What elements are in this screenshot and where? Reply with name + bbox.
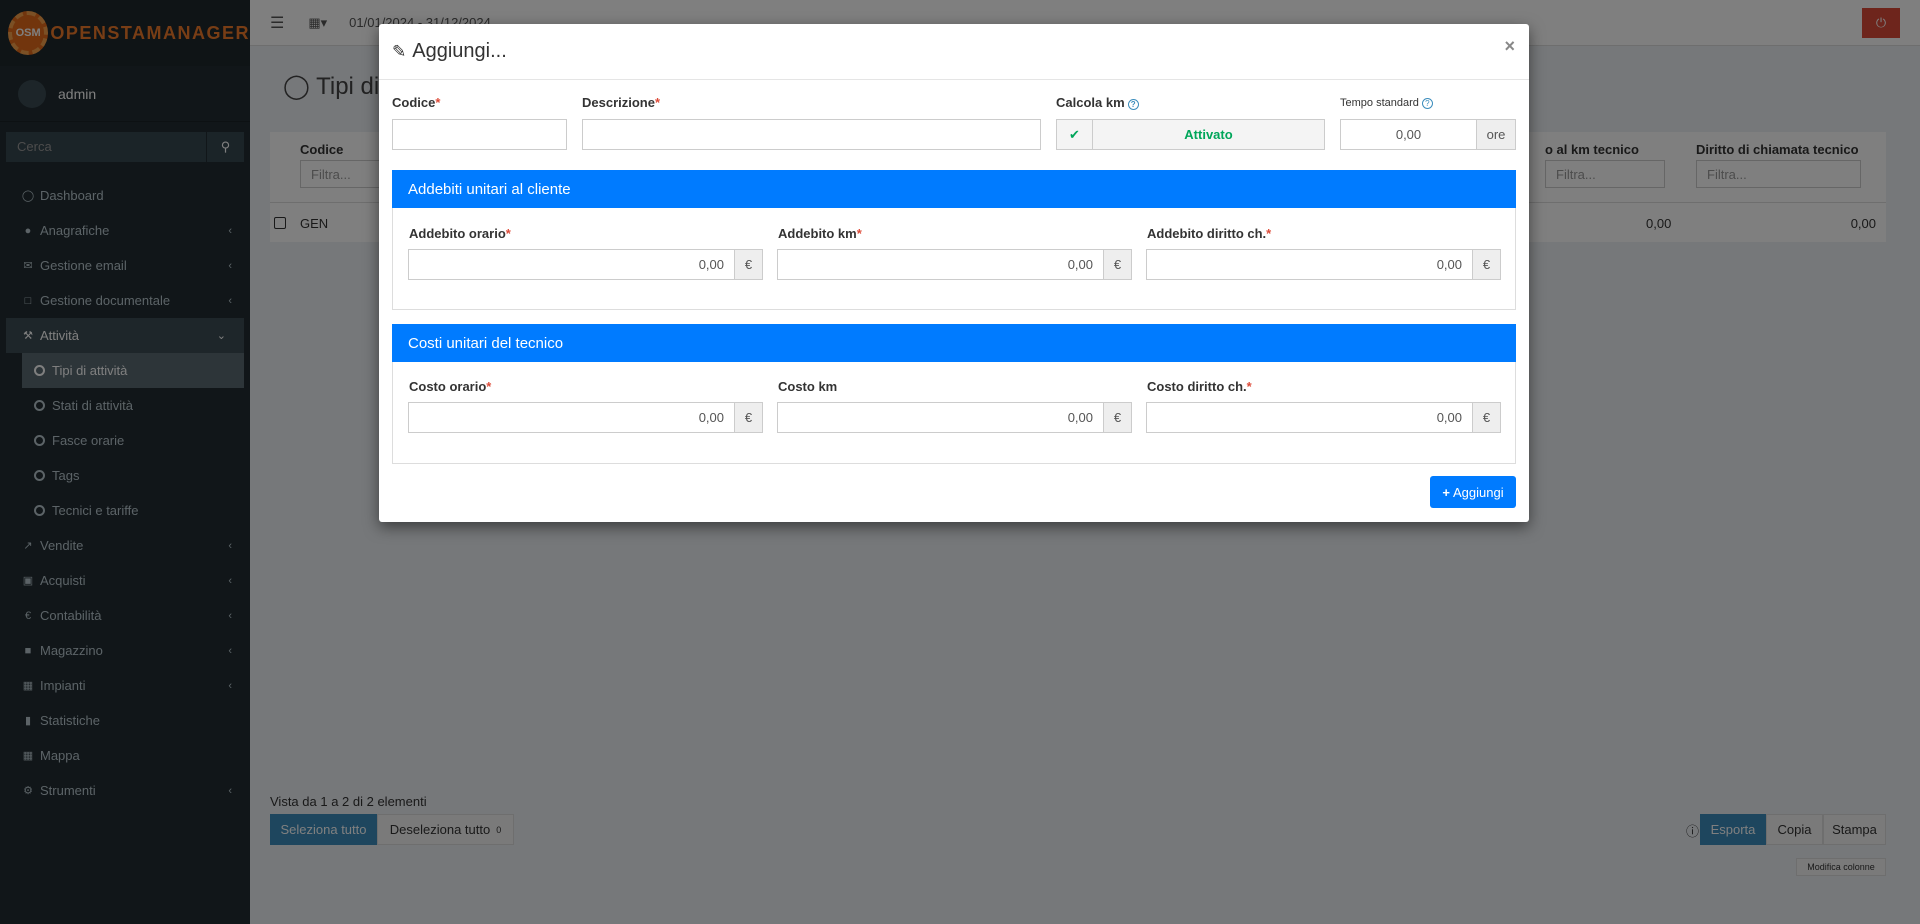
required-mark: * xyxy=(1246,379,1252,394)
label-text: Addebito km xyxy=(778,226,857,241)
label-text: Descrizione xyxy=(582,95,655,110)
calcola-km-label: Calcola km? xyxy=(1056,95,1139,110)
panel-header: Addebiti unitari al cliente xyxy=(392,170,1516,208)
calcola-km-toggle[interactable]: Attivato xyxy=(1092,119,1325,150)
costo-diritto-input[interactable]: 0,00 xyxy=(1146,402,1473,433)
addebito-km-input[interactable]: 0,00 xyxy=(777,249,1104,280)
euro-addon: € xyxy=(1103,249,1132,280)
required-mark: * xyxy=(435,95,441,110)
costo-km-input[interactable]: 0,00 xyxy=(777,402,1104,433)
required-mark: * xyxy=(486,379,492,394)
required-mark: * xyxy=(856,226,862,241)
label-text: Costo orario xyxy=(409,379,487,394)
euro-addon: € xyxy=(1472,402,1501,433)
addebito-km-label: Addebito km* xyxy=(778,226,862,241)
label-text: Addebito orario xyxy=(409,226,506,241)
add-modal: ✎ Aggiungi... × Codice* Descrizione* Cal… xyxy=(379,24,1529,522)
euro-addon: € xyxy=(1472,249,1501,280)
euro-addon: € xyxy=(734,249,763,280)
panel-header: Costi unitari del tecnico xyxy=(392,324,1516,362)
required-mark: * xyxy=(505,226,511,241)
modal-header: ✎ Aggiungi... × xyxy=(379,24,1529,80)
euro-addon: € xyxy=(1103,402,1132,433)
close-icon[interactable]: × xyxy=(1504,36,1515,57)
plus-icon: + xyxy=(1442,484,1450,500)
codice-input[interactable] xyxy=(392,119,567,150)
descrizione-input[interactable] xyxy=(582,119,1041,150)
add-button[interactable]: + Aggiungi xyxy=(1430,476,1516,508)
panel-costi-tecnico: Costi unitari del tecnico Costo orario* … xyxy=(392,324,1516,464)
modal-title: Aggiungi... xyxy=(412,40,507,62)
costo-orario-input[interactable]: 0,00 xyxy=(408,402,735,433)
descrizione-label: Descrizione* xyxy=(582,95,660,110)
required-mark: * xyxy=(1266,226,1272,241)
check-icon[interactable]: ✔ xyxy=(1056,119,1093,150)
codice-label: Codice* xyxy=(392,95,440,110)
tempo-unit-addon: ore xyxy=(1476,119,1516,150)
addebito-diritto-label: Addebito diritto ch.* xyxy=(1147,226,1271,241)
addebito-orario-input[interactable]: 0,00 xyxy=(408,249,735,280)
required-mark: * xyxy=(654,95,661,110)
tempo-standard-input[interactable]: 0,00 xyxy=(1340,119,1477,150)
costo-diritto-label: Costo diritto ch.* xyxy=(1147,379,1252,394)
help-icon[interactable]: ? xyxy=(1421,98,1433,109)
label-text: Calcola km xyxy=(1056,95,1125,110)
label-text: Tempo standard xyxy=(1340,97,1419,109)
label-text: Codice xyxy=(392,95,436,110)
costo-orario-label: Costo orario* xyxy=(409,379,491,394)
label-text: Addebito diritto ch. xyxy=(1147,226,1267,241)
panel-addebiti-cliente: Addebiti unitari al cliente Addebito ora… xyxy=(392,170,1516,310)
tempo-standard-label: Tempo standard? xyxy=(1340,97,1433,109)
addebito-diritto-input[interactable]: 0,00 xyxy=(1146,249,1473,280)
add-button-label: Aggiungi xyxy=(1452,484,1504,500)
pencil-icon: ✎ xyxy=(392,41,407,61)
label-text: Costo diritto ch. xyxy=(1147,379,1247,394)
costo-km-label: Costo km xyxy=(778,379,838,394)
euro-addon: € xyxy=(734,402,763,433)
help-icon[interactable]: ? xyxy=(1127,99,1139,110)
addebito-orario-label: Addebito orario* xyxy=(409,226,511,241)
